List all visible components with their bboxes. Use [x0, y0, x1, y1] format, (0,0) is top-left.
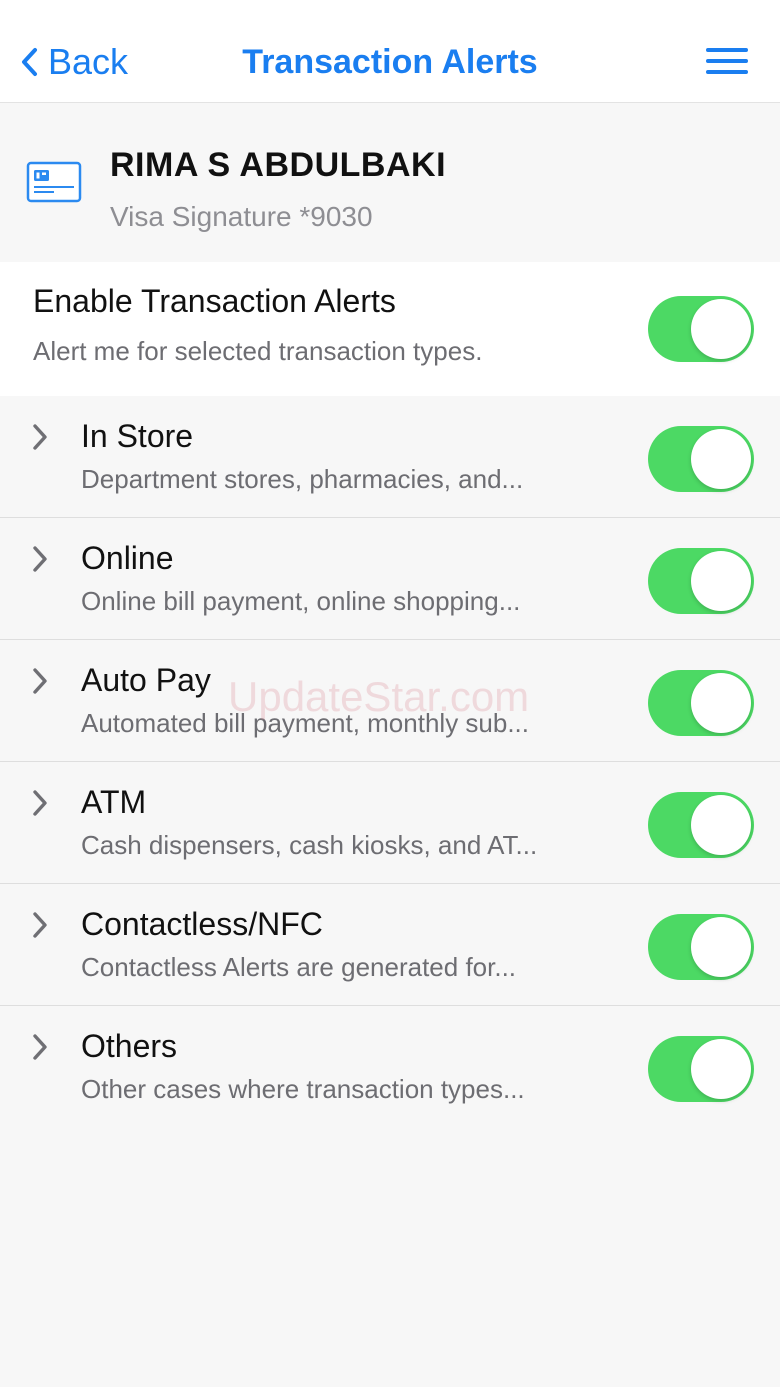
- alert-type-description: Contactless Alerts are generated for...: [81, 952, 517, 982]
- alert-type-title: ATM: [81, 784, 147, 820]
- hamburger-menu-button[interactable]: [704, 44, 750, 78]
- contactless-nfc-toggle[interactable]: [648, 914, 754, 980]
- card-description: Visa Signature *9030: [110, 201, 373, 232]
- hamburger-menu-icon: [706, 48, 748, 74]
- toggle-knob: [691, 795, 751, 855]
- chevron-right-icon: [30, 544, 50, 574]
- chevron-right-icon: [30, 422, 50, 452]
- enable-alerts-title: Enable Transaction Alerts: [33, 283, 396, 319]
- chevron-right-icon: [30, 788, 50, 818]
- alert-type-title: In Store: [81, 418, 194, 454]
- account-header: RIMA S ABDULBAKI Visa Signature *9030: [0, 103, 780, 262]
- toggle-knob: [691, 429, 751, 489]
- alert-type-in-store[interactable]: In Store Department stores, pharmacies, …: [0, 396, 780, 518]
- page-title: Transaction Alerts: [242, 43, 538, 81]
- chevron-right-icon: [30, 1032, 50, 1062]
- toggle-knob: [691, 1039, 751, 1099]
- alert-type-others[interactable]: Others Other cases where transaction typ…: [0, 1006, 780, 1128]
- in-store-toggle[interactable]: [648, 426, 754, 492]
- alert-type-description: Automated bill payment, monthly sub...: [81, 708, 530, 738]
- enable-alerts-row: Enable Transaction Alerts Alert me for s…: [0, 262, 780, 396]
- navigation-bar: Back Transaction Alerts: [0, 0, 780, 103]
- others-toggle[interactable]: [648, 1036, 754, 1102]
- enable-alerts-toggle[interactable]: [648, 296, 754, 362]
- alert-type-title: Contactless/NFC: [81, 906, 323, 942]
- alert-type-description: Cash dispensers, cash kiosks, and AT...: [81, 830, 538, 860]
- atm-toggle[interactable]: [648, 792, 754, 858]
- chevron-right-icon: [30, 666, 50, 696]
- toggle-knob: [691, 299, 751, 359]
- alert-type-title: Online: [81, 540, 174, 576]
- account-holder-name: RIMA S ABDULBAKI: [110, 146, 447, 184]
- online-toggle[interactable]: [648, 548, 754, 614]
- credit-card-icon: [26, 161, 82, 203]
- toggle-knob: [691, 917, 751, 977]
- alert-type-auto-pay[interactable]: Auto Pay Automated bill payment, monthly…: [0, 640, 780, 762]
- alert-type-atm[interactable]: ATM Cash dispensers, cash kiosks, and AT…: [0, 762, 780, 884]
- alert-type-title: Others: [81, 1028, 178, 1064]
- alert-type-description: Online bill payment, online shopping...: [81, 586, 521, 616]
- toggle-knob: [691, 673, 751, 733]
- alert-type-description: Department stores, pharmacies, and...: [81, 464, 524, 494]
- alert-type-description: Other cases where transaction types...: [81, 1074, 525, 1104]
- toggle-knob: [691, 551, 751, 611]
- alert-type-list: In Store Department stores, pharmacies, …: [0, 396, 780, 1128]
- enable-alerts-subtitle: Alert me for selected transaction types.: [33, 336, 483, 366]
- chevron-right-icon: [30, 910, 50, 940]
- alert-type-contactless-nfc[interactable]: Contactless/NFC Contactless Alerts are g…: [0, 884, 780, 1006]
- alert-type-online[interactable]: Online Online bill payment, online shopp…: [0, 518, 780, 640]
- auto-pay-toggle[interactable]: [648, 670, 754, 736]
- alert-type-title: Auto Pay: [81, 662, 211, 698]
